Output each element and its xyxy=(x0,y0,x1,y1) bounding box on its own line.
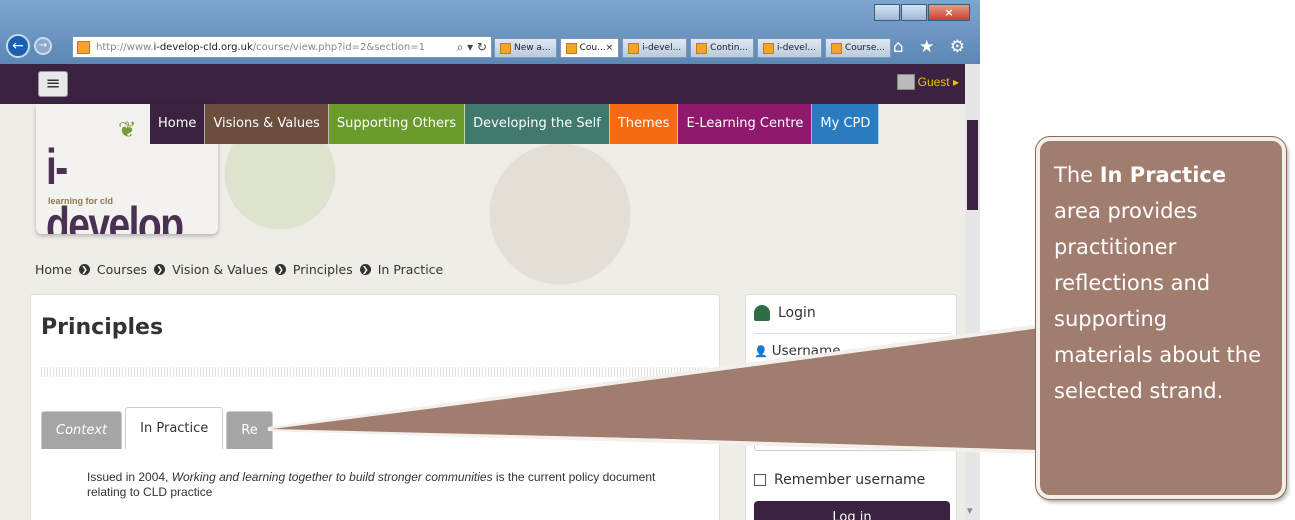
callout-pointer-fill xyxy=(272,330,1040,448)
callout-text: The In Practice area provides practition… xyxy=(1054,157,1268,409)
callout-bold: In Practice xyxy=(1099,163,1227,187)
callout-suffix: area provides practitioner reflections a… xyxy=(1054,199,1261,403)
callout-prefix: The xyxy=(1054,163,1100,187)
annotation-callout: The In Practice area provides practition… xyxy=(1036,137,1286,499)
